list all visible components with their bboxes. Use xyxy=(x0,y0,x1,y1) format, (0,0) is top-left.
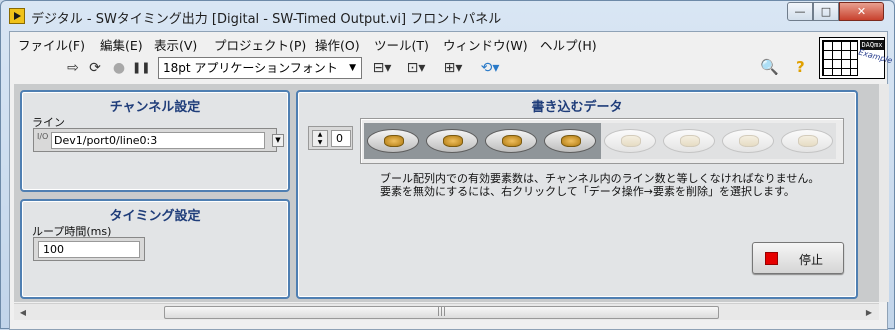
align-objects-icon[interactable]: ⊟▾ xyxy=(368,58,396,78)
write-data-title: 書き込むデータ xyxy=(531,100,623,115)
abort-icon[interactable]: ● xyxy=(110,58,128,78)
led-lamp-icon xyxy=(561,135,581,147)
title-bar: デジタル - SWタイミング出力 [Digital - SW-Timed Out… xyxy=(1,1,894,31)
loop-time-control: 100 xyxy=(33,237,145,261)
reorder-icon[interactable]: ⟲▾ xyxy=(476,58,504,78)
pause-icon[interactable]: ❚❚ xyxy=(132,58,150,78)
client-area: ファイル(F) 編集(E) 表示(V) プロジェクト(P) 操作(O) ツール(… xyxy=(9,31,893,330)
scroll-thumb[interactable]: ||| xyxy=(164,306,719,319)
stop-button[interactable]: 停止 xyxy=(752,242,844,274)
led-lamp-icon xyxy=(680,135,700,147)
channel-field[interactable]: Dev1/port0/line0:3 xyxy=(51,132,265,149)
led-button[interactable] xyxy=(485,129,537,153)
spin-down-icon: ▼ xyxy=(317,139,323,146)
resize-objects-icon[interactable]: ⊞▾ xyxy=(438,58,468,78)
minimize-button[interactable]: — xyxy=(787,2,813,21)
spin-up-icon: ▲ xyxy=(317,131,323,138)
channel-settings-panel: チャンネル設定 ライン I/O Dev1/port0/line0:3 ▼ xyxy=(20,90,290,192)
font-selector[interactable]: 18pt アプリケーションフォント ▼ xyxy=(158,57,362,79)
run-arrow-icon[interactable]: ⇨ xyxy=(64,58,82,78)
boolean-array xyxy=(360,118,844,164)
font-selector-value: 18pt アプリケーションフォント xyxy=(163,61,338,75)
led-lamp-icon xyxy=(443,135,463,147)
led-button-disabled[interactable] xyxy=(722,129,774,153)
array-index-field[interactable]: 0 xyxy=(331,130,351,147)
scroll-right-icon[interactable]: ▶ xyxy=(862,306,876,319)
loop-time-field[interactable]: 100 xyxy=(38,241,140,258)
led-lamp-icon xyxy=(739,135,759,147)
menu-tools[interactable]: ツール(T) xyxy=(374,35,429,54)
note-line-1: ブール配列内での有効要素数は、チャンネル内のライン数と等しくなければなりません。 xyxy=(380,172,820,185)
chevron-down-icon: ▼ xyxy=(349,63,356,73)
close-button[interactable]: ✕ xyxy=(839,2,884,21)
led-button[interactable] xyxy=(426,129,478,153)
vi-icon[interactable]: DAQmx Example xyxy=(819,37,893,79)
window-title: デジタル - SWタイミング出力 [Digital - SW-Timed Out… xyxy=(31,12,502,27)
vertical-scrollbar[interactable] xyxy=(879,84,889,302)
scroll-left-icon[interactable]: ◀ xyxy=(16,306,30,319)
menu-edit[interactable]: 編集(E) xyxy=(100,35,143,54)
led-lamp-icon xyxy=(621,135,641,147)
maximize-button[interactable]: □ xyxy=(813,2,839,21)
example-badge: Example xyxy=(857,47,894,66)
help-icon[interactable]: ? xyxy=(796,58,812,78)
array-note: ブール配列内での有効要素数は、チャンネル内のライン数と等しくなければなりません。… xyxy=(380,172,819,198)
stop-label: 停止 xyxy=(799,253,824,267)
channel-control: I/O Dev1/port0/line0:3 ▼ xyxy=(33,128,284,152)
stop-icon xyxy=(765,252,778,265)
led-button[interactable] xyxy=(544,129,596,153)
led-lamp-icon xyxy=(798,135,818,147)
array-index-control: ▲ ▼ 0 xyxy=(308,126,353,150)
write-data-panel: 書き込むデータ ▲ ▼ 0 ブール配列内での有効要素数は、チャンネル内のライン数… xyxy=(296,90,858,299)
timing-settings-panel: タイミング設定 ループ時間(ms) 100 xyxy=(20,199,290,299)
index-spinner[interactable]: ▲ ▼ xyxy=(312,130,328,147)
application-window: デジタル - SWタイミング出力 [Digital - SW-Timed Out… xyxy=(0,0,895,330)
led-lamp-icon xyxy=(502,135,522,147)
led-button-disabled[interactable] xyxy=(604,129,656,153)
connector-pane-grid xyxy=(822,40,858,76)
context-help-icon[interactable]: 🔍 xyxy=(760,58,780,78)
front-panel: チャンネル設定 ライン I/O Dev1/port0/line0:3 ▼ タイミ… xyxy=(14,84,879,302)
menu-help[interactable]: ヘルプ(H) xyxy=(540,35,597,54)
distribute-objects-icon[interactable]: ⊡▾ xyxy=(402,58,430,78)
menu-file[interactable]: ファイル(F) xyxy=(18,35,85,54)
led-button-disabled[interactable] xyxy=(781,129,833,153)
timing-settings-title: タイミング設定 xyxy=(109,209,201,224)
led-button[interactable] xyxy=(367,129,419,153)
menu-view[interactable]: 表示(V) xyxy=(154,35,197,54)
led-button-disabled[interactable] xyxy=(663,129,715,153)
note-line-2: 要素を無効にするには、右クリックして「データ操作→要素を削除」を選択します。 xyxy=(380,185,795,198)
chevron-down-icon[interactable]: ▼ xyxy=(272,134,284,147)
menu-bar: ファイル(F) 編集(E) 表示(V) プロジェクト(P) 操作(O) ツール(… xyxy=(10,32,818,54)
io-icon: I/O xyxy=(37,132,49,141)
menu-project[interactable]: プロジェクト(P) xyxy=(214,35,306,54)
menu-operate[interactable]: 操作(O) xyxy=(315,35,360,54)
horizontal-scrollbar[interactable]: ◀ ||| ▶ xyxy=(14,303,879,320)
menu-window[interactable]: ウィンドウ(W) xyxy=(443,35,528,54)
run-continuously-icon[interactable]: ⟳ xyxy=(86,58,104,78)
led-lamp-icon xyxy=(384,135,404,147)
toolbar: ⇨ ⟳ ● ❚❚ 18pt アプリケーションフォント ▼ ⊟▾ ⊡▾ ⊞▾ ⟲▾… xyxy=(10,54,818,82)
labview-icon xyxy=(9,8,25,24)
channel-settings-title: チャンネル設定 xyxy=(109,100,201,115)
